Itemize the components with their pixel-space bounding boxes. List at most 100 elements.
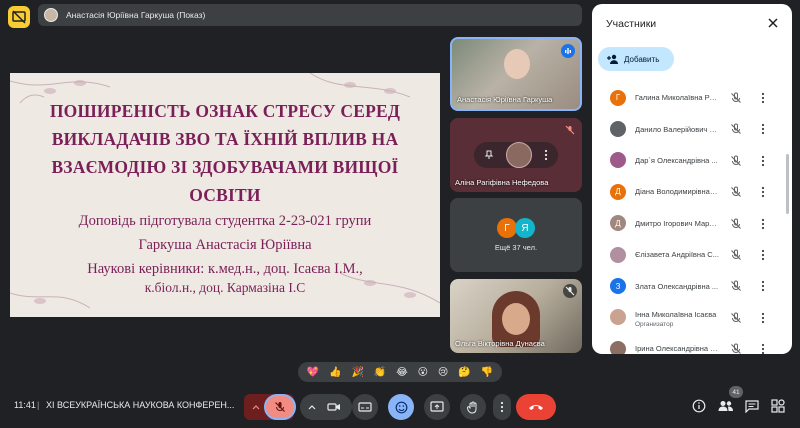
participant-row[interactable]: Інна Миколаївна Ісаєва Организатор bbox=[592, 302, 786, 333]
participant-name: Дмитро Ігорович Мара... bbox=[635, 218, 719, 228]
participant-name: Ірина Олександрівна Б... bbox=[635, 344, 719, 354]
participant-name: Інна Миколаївна Ісаєва bbox=[635, 309, 717, 319]
mic-off-icon[interactable] bbox=[730, 312, 742, 324]
camera-icon bbox=[327, 403, 340, 411]
info-icon[interactable] bbox=[691, 398, 707, 414]
presenter-label: Анастасія Юріївна Гаркуша (Показ) bbox=[66, 10, 206, 20]
participant-row[interactable]: Д Дмитро Ігорович Мара... bbox=[592, 208, 786, 239]
present-status-icon[interactable] bbox=[8, 6, 30, 28]
raise-hand-button[interactable] bbox=[460, 394, 486, 420]
people-icon[interactable] bbox=[718, 398, 734, 414]
participant-name: Діана Володимирівна Г... bbox=[635, 187, 719, 197]
mic-off-icon[interactable] bbox=[730, 249, 742, 261]
mic-off-icon[interactable] bbox=[730, 186, 742, 198]
chevron-up-icon bbox=[308, 405, 316, 410]
participant-tile[interactable]: Анастасія Юріївна Гаркуша bbox=[450, 37, 582, 111]
more-vert-icon[interactable] bbox=[757, 280, 769, 292]
slide-supervisors-2: к.біол.н., доц. Кармазіна І.С bbox=[144, 280, 306, 295]
slide-title-line-4: ОСВІТИ bbox=[189, 185, 261, 205]
participant-tile[interactable]: Ольга Вікторівна Дунаєва bbox=[450, 279, 582, 353]
mic-off-icon[interactable] bbox=[730, 280, 742, 292]
mic-off-icon[interactable] bbox=[730, 155, 742, 167]
more-vert-icon[interactable] bbox=[757, 218, 769, 230]
present-button[interactable] bbox=[424, 394, 450, 420]
hangup-icon bbox=[529, 405, 543, 410]
more-vert-icon[interactable] bbox=[757, 155, 769, 167]
more-options-icon[interactable] bbox=[544, 149, 548, 161]
reaction-emoji[interactable]: 🎉 bbox=[352, 367, 364, 378]
participant-avatar: Д bbox=[610, 215, 626, 232]
more-vert-icon[interactable] bbox=[757, 343, 769, 354]
captions-button[interactable] bbox=[352, 394, 378, 420]
activities-icon[interactable] bbox=[770, 398, 786, 414]
add-person-icon bbox=[607, 54, 618, 64]
participant-row[interactable]: Єлізавета Андріївна С... bbox=[592, 239, 786, 270]
participant-name: Дар`я Олександрівна ... bbox=[635, 155, 718, 165]
chevron-up-icon bbox=[252, 405, 260, 410]
participants-list: Г Галина Миколаївна Ра... Данило Валерійов… bbox=[592, 82, 786, 354]
add-participant-button[interactable]: Добавить bbox=[598, 47, 674, 71]
mic-off-icon[interactable] bbox=[730, 123, 742, 135]
participant-row[interactable]: Д Діана Володимирівна Г... bbox=[592, 176, 786, 207]
reaction-emoji[interactable]: 😢 bbox=[438, 367, 448, 378]
more-vert-icon[interactable] bbox=[757, 312, 769, 324]
slide-title-line-2: ВИКЛАДАЧІВ ЗВО ТА ЇХНІЙ ВПЛИВ НА bbox=[51, 129, 399, 149]
reaction-emoji[interactable]: 🤔 bbox=[458, 367, 470, 378]
slide-author-name: Гаркуша Анастасія Юріївна bbox=[138, 237, 312, 253]
tile-controls bbox=[474, 142, 558, 168]
pin-icon[interactable] bbox=[484, 150, 494, 160]
participant-name: Ольга Вікторівна Дунаєва bbox=[455, 339, 545, 348]
panel-title: Участники bbox=[606, 18, 657, 30]
mic-off-icon[interactable] bbox=[730, 218, 742, 230]
separator: | bbox=[37, 400, 40, 410]
mic-off-icon[interactable] bbox=[730, 343, 742, 354]
more-vert-icon[interactable] bbox=[757, 186, 769, 198]
emoji-icon bbox=[395, 401, 407, 413]
reaction-emoji[interactable]: 👏 bbox=[374, 367, 386, 378]
participant-name: Єлізавета Андріївна С... bbox=[635, 250, 719, 260]
participants-count-badge: 41 bbox=[729, 386, 743, 398]
captions-icon bbox=[358, 402, 372, 412]
reaction-emoji[interactable]: 👎 bbox=[481, 367, 493, 378]
mic-toggle-button[interactable] bbox=[264, 394, 296, 420]
reaction-emoji[interactable]: 👍 bbox=[329, 367, 341, 378]
more-vert-icon[interactable] bbox=[757, 249, 769, 261]
meeting-title: ХІ ВСЕУКРАЇНСЬКА НАУКОВА КОНФЕРЕН... bbox=[46, 400, 235, 410]
speaking-icon bbox=[561, 44, 575, 58]
present-screen-icon bbox=[430, 401, 444, 412]
clock: 11:41 bbox=[14, 400, 36, 410]
participant-avatar: Г bbox=[610, 89, 626, 106]
participant-row[interactable]: Ірина Олександрівна Б... bbox=[592, 333, 786, 354]
participant-tile[interactable]: Аліна Рагіфівна Нефедова bbox=[450, 118, 582, 192]
reaction-emoji[interactable]: 😂 bbox=[396, 367, 408, 378]
camera-toggle-button[interactable] bbox=[318, 394, 350, 420]
mic-off-icon bbox=[275, 402, 285, 412]
leave-call-button[interactable] bbox=[516, 394, 556, 420]
mic-off-icon[interactable] bbox=[730, 92, 742, 104]
close-icon[interactable] bbox=[766, 16, 780, 30]
more-vert-icon[interactable] bbox=[757, 92, 769, 104]
presenting-banner: Анастасія Юріївна Гаркуша (Показ) bbox=[38, 4, 582, 26]
emoji-button[interactable] bbox=[388, 394, 414, 420]
participants-panel: Участники Добавить Г Галина Миколаївна Ра… bbox=[592, 4, 792, 354]
participant-row[interactable]: Г Галина Миколаївна Ра... bbox=[592, 82, 786, 113]
participant-face bbox=[502, 303, 530, 335]
participant-name: Анастасія Юріївна Гаркуша bbox=[457, 95, 553, 104]
participant-name: Данило Валерійович М... bbox=[635, 124, 719, 134]
scrollbar[interactable] bbox=[786, 154, 789, 214]
slide-author-line: Доповідь підготувала студентка 2-23-021 … bbox=[78, 213, 372, 229]
reactions-bar: 💖 👍 🎉 👏 😂 😮 😢 🤔 👎 bbox=[298, 362, 502, 382]
more-participants-label: Ещё 37 чел. bbox=[494, 243, 538, 252]
reaction-emoji[interactable]: 😮 bbox=[418, 367, 428, 378]
more-vert-icon bbox=[500, 401, 504, 413]
reaction-emoji[interactable]: 💖 bbox=[307, 367, 319, 378]
participant-row[interactable]: Данило Валерійович М... bbox=[592, 113, 786, 144]
participant-avatar: Я bbox=[515, 218, 535, 238]
more-vert-icon[interactable] bbox=[757, 123, 769, 135]
participant-row[interactable]: З Злата Олександрівна ... bbox=[592, 270, 786, 301]
participant-row[interactable]: Дар`я Олександрівна ... bbox=[592, 145, 786, 176]
participant-avatar bbox=[610, 246, 626, 263]
more-options-button[interactable] bbox=[493, 394, 511, 420]
more-participants-tile[interactable]: Г Я Ещё 37 чел. bbox=[450, 198, 582, 272]
chat-icon[interactable] bbox=[744, 398, 760, 414]
